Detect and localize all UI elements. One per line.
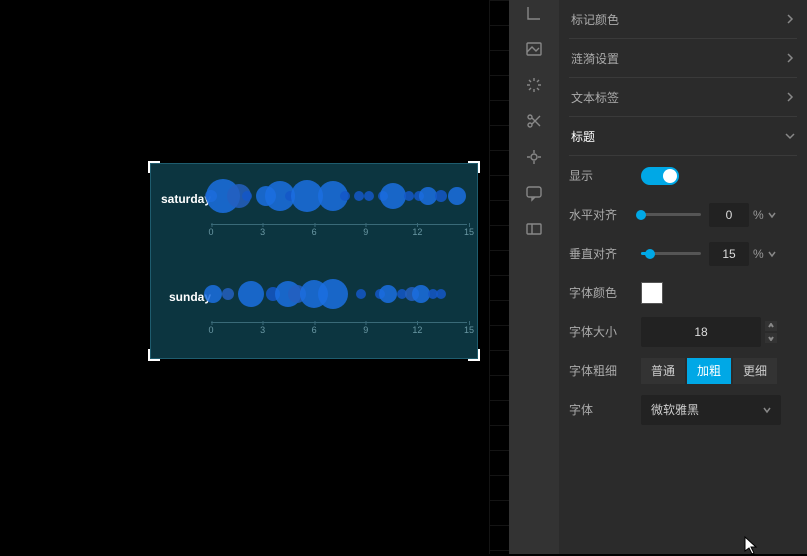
chevron-right-icon	[785, 53, 795, 63]
weight-bold-button[interactable]: 加粗	[687, 358, 731, 384]
axis-tick: 9	[363, 325, 368, 335]
section-label: 标题	[571, 128, 595, 145]
data-point	[436, 289, 446, 299]
data-point	[380, 183, 406, 209]
chevron-down-icon	[785, 131, 795, 141]
prop-display: 显示	[569, 156, 797, 195]
select-value: 微软雅黑	[651, 401, 699, 418]
prop-v-align: 垂直对齐 %	[569, 234, 797, 273]
axis-tick: 9	[363, 227, 368, 237]
row-label: saturday	[155, 192, 211, 206]
axis-tick: 15	[464, 325, 474, 335]
v-align-input[interactable]	[709, 242, 749, 266]
step-down[interactable]	[765, 333, 777, 343]
unit-label: %	[753, 247, 764, 261]
axis-tick: 6	[312, 325, 317, 335]
prop-font-color: 字体颜色	[569, 273, 797, 312]
axis-tick: 0	[208, 325, 213, 335]
prop-font-size: 字体大小	[569, 312, 797, 351]
prop-h-align: 水平对齐 %	[569, 195, 797, 234]
section-marker-color[interactable]: 标记颜色	[569, 0, 797, 39]
step-up[interactable]	[765, 321, 777, 331]
prop-font-weight: 字体粗细 普通 加粗 更细	[569, 351, 797, 390]
row-axis: 03691215	[211, 224, 467, 244]
row-plot	[211, 272, 467, 316]
weight-lighter-button[interactable]: 更细	[733, 358, 777, 384]
canvas-area[interactable]: saturday 0 3 6 9 12 15 sunday 0 3 6 9 12 15	[0, 0, 509, 554]
prop-label: 显示	[569, 167, 641, 184]
chevron-right-icon	[785, 14, 795, 24]
chevron-down-icon[interactable]	[768, 211, 776, 219]
data-point	[204, 285, 222, 303]
chart-row: saturday 0 3 6 9 12 15	[151, 164, 477, 262]
row-axis: 03691215	[211, 322, 467, 342]
display-toggle[interactable]	[641, 167, 679, 185]
section-text-label[interactable]: 文本标签	[569, 78, 797, 117]
properties-sidebar: 标记颜色 涟漪设置 文本标签 标题 显示 水平对齐 %	[509, 0, 807, 554]
chevron-right-icon	[785, 92, 795, 102]
properties-panel: 标记颜色 涟漪设置 文本标签 标题 显示 水平对齐 %	[559, 0, 807, 554]
chart-row: sunday 0 3 6 9 12 15	[151, 262, 477, 360]
section-label: 标记颜色	[571, 11, 619, 28]
section-ripple[interactable]: 涟漪设置	[569, 39, 797, 78]
chevron-down-icon[interactable]	[768, 250, 776, 258]
font-color-swatch[interactable]	[641, 282, 663, 304]
row-plot	[211, 174, 467, 218]
axis-tick: 0	[208, 227, 213, 237]
target-icon[interactable]	[525, 148, 543, 166]
data-point	[435, 190, 447, 202]
data-point	[354, 191, 364, 201]
section-label: 文本标签	[571, 89, 619, 106]
chevron-down-icon	[763, 406, 771, 414]
comment-icon[interactable]	[525, 184, 543, 202]
axis-tick: 12	[412, 325, 422, 335]
data-point	[379, 285, 397, 303]
prop-font-family: 字体 微软雅黑	[569, 390, 797, 429]
section-label: 涟漪设置	[571, 50, 619, 67]
section-title[interactable]: 标题	[569, 117, 797, 156]
axis-tick: 15	[464, 227, 474, 237]
data-point	[448, 187, 466, 205]
data-point	[419, 187, 437, 205]
scissors-icon[interactable]	[525, 112, 543, 130]
axis-tick: 6	[312, 227, 317, 237]
data-point	[238, 281, 264, 307]
font-size-stepper[interactable]	[765, 321, 777, 343]
row-label: sunday	[155, 290, 211, 304]
axis-tick: 12	[412, 227, 422, 237]
loading-icon[interactable]	[525, 76, 543, 94]
prop-label: 字体粗细	[569, 362, 641, 379]
data-point	[242, 191, 252, 201]
weight-normal-button[interactable]: 普通	[641, 358, 685, 384]
font-size-input[interactable]	[641, 317, 761, 347]
data-point	[318, 279, 348, 309]
data-point	[364, 191, 374, 201]
prop-label: 字体	[569, 401, 641, 418]
chart-widget[interactable]: saturday 0 3 6 9 12 15 sunday 0 3 6 9 12 15	[150, 163, 478, 359]
data-point	[404, 191, 414, 201]
prop-label: 字体大小	[569, 323, 641, 340]
axis-tick: 3	[260, 227, 265, 237]
prop-label: 垂直对齐	[569, 245, 641, 262]
font-family-select[interactable]: 微软雅黑	[641, 395, 781, 425]
layout-icon[interactable]	[525, 220, 543, 238]
data-point	[222, 288, 234, 300]
unit-label: %	[753, 208, 764, 222]
data-point	[356, 289, 366, 299]
axis-tick: 3	[260, 325, 265, 335]
prop-label: 字体颜色	[569, 284, 641, 301]
icon-rail	[509, 0, 559, 554]
h-align-input[interactable]	[709, 203, 749, 227]
axis-icon[interactable]	[525, 4, 543, 22]
h-align-slider[interactable]	[641, 213, 701, 216]
prop-label: 水平对齐	[569, 206, 641, 223]
data-point	[340, 191, 350, 201]
v-align-slider[interactable]	[641, 252, 701, 255]
image-icon[interactable]	[525, 40, 543, 58]
